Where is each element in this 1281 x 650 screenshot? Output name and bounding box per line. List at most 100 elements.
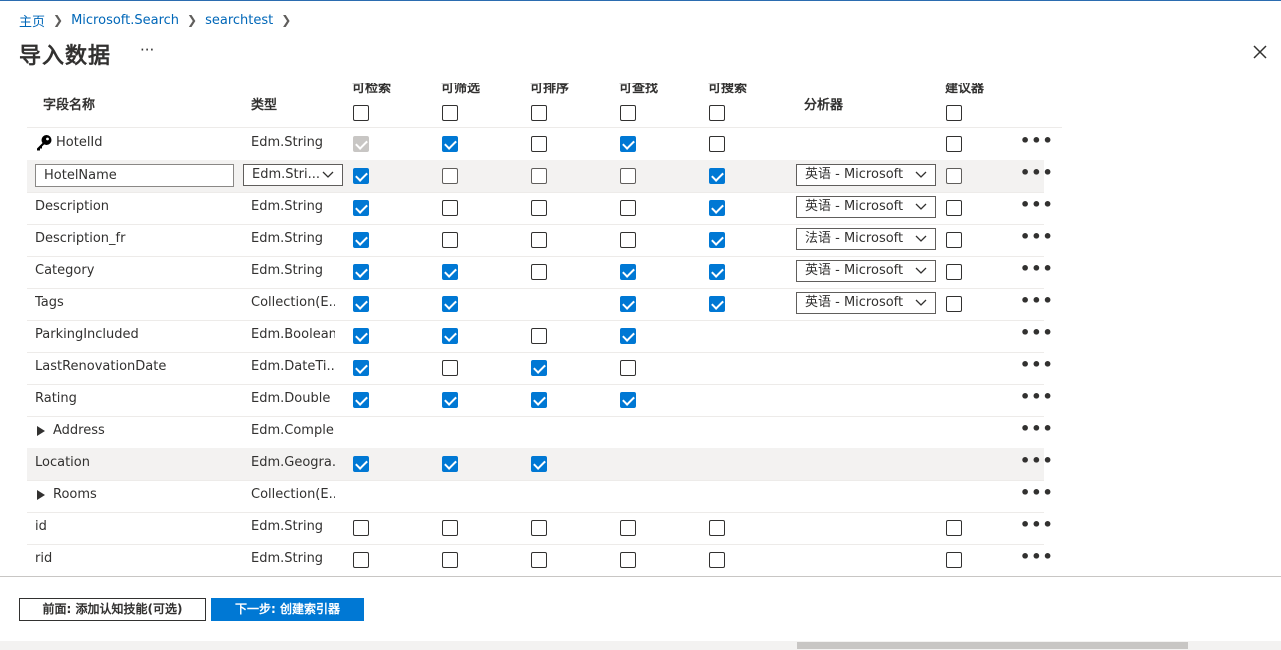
retrievable-checkbox[interactable] <box>353 264 369 280</box>
filterable-checkbox[interactable] <box>442 232 458 248</box>
row-more-button[interactable]: ••• <box>1020 352 1054 384</box>
header-type[interactable]: 类型 <box>251 94 277 113</box>
row-more-button[interactable]: ••• <box>1020 192 1054 224</box>
sortable-checkbox[interactable] <box>531 456 547 472</box>
sortable-checkbox[interactable] <box>531 328 547 344</box>
searchable-checkbox[interactable] <box>709 296 725 312</box>
table-row[interactable]: Rating Edm.Double ••• <box>27 384 1053 417</box>
retrievable-checkbox[interactable] <box>353 392 369 408</box>
suggester-checkbox[interactable] <box>946 264 962 280</box>
facetable-checkbox[interactable] <box>620 392 636 408</box>
suggester-checkbox[interactable] <box>946 232 962 248</box>
facetable-checkbox[interactable] <box>620 168 636 184</box>
suggester-checkbox[interactable] <box>946 136 962 152</box>
row-more-button[interactable]: ••• <box>1020 288 1054 320</box>
facetable-checkbox[interactable] <box>620 264 636 280</box>
expand-caret-icon[interactable] <box>37 426 45 436</box>
retrievable-checkbox[interactable] <box>353 456 369 472</box>
filterable-checkbox[interactable] <box>442 200 458 216</box>
table-row[interactable]: Description_fr Edm.String 法语 - Microsoft ••… <box>27 224 1053 257</box>
filterable-checkbox[interactable] <box>442 392 458 408</box>
header-field-name[interactable]: 字段名称 <box>43 94 95 113</box>
table-row[interactable]: Tags Collection(E... 英语 - Microsoft ••• <box>27 288 1053 321</box>
facetable-checkbox[interactable] <box>620 296 636 312</box>
searchable-checkbox[interactable] <box>709 232 725 248</box>
suggester-checkbox[interactable] <box>946 200 962 216</box>
row-more-button[interactable]: ••• <box>1020 416 1054 448</box>
next-button[interactable]: 下一步: 创建索引器 <box>211 598 364 621</box>
row-more-button[interactable]: ••• <box>1020 320 1054 352</box>
row-more-button[interactable]: ••• <box>1020 480 1054 512</box>
row-more-button[interactable]: ••• <box>1020 256 1054 288</box>
filterable-checkbox[interactable] <box>442 456 458 472</box>
row-more-button[interactable]: ••• <box>1020 160 1054 192</box>
retrievable-checkbox[interactable] <box>353 296 369 312</box>
searchable-checkbox[interactable] <box>709 136 725 152</box>
sortable-checkbox[interactable] <box>531 200 547 216</box>
suggester-checkbox[interactable] <box>946 168 962 184</box>
searchable-checkbox[interactable] <box>709 264 725 280</box>
row-more-button[interactable]: ••• <box>1020 224 1054 256</box>
vertical-scrollbar[interactable] <box>1276 1 1281 576</box>
row-more-button[interactable]: ••• <box>1020 384 1054 416</box>
table-row[interactable]: HotelName Edm.Stri... 英语 - Microsoft ••• <box>27 160 1053 193</box>
row-more-button[interactable]: ••• <box>1020 128 1054 160</box>
table-row[interactable]: Rooms Collection(E... ••• <box>27 480 1053 513</box>
table-row[interactable]: Description Edm.String 英语 - Microsoft ••• <box>27 192 1053 225</box>
filterable-all-checkbox[interactable] <box>442 105 458 121</box>
type-select[interactable]: Edm.Stri... <box>243 164 343 186</box>
searchable-checkbox[interactable] <box>709 520 725 536</box>
facetable-all-checkbox[interactable] <box>620 105 636 121</box>
searchable-checkbox[interactable] <box>709 552 725 568</box>
row-more-button[interactable]: ••• <box>1020 544 1054 576</box>
analyzer-select[interactable]: 英语 - Microsoft <box>796 196 936 218</box>
facetable-checkbox[interactable] <box>620 328 636 344</box>
header-analyzer[interactable]: 分析器 <box>804 94 843 113</box>
sortable-checkbox[interactable] <box>531 232 547 248</box>
retrievable-checkbox[interactable] <box>353 328 369 344</box>
field-name-input[interactable]: HotelName <box>35 164 234 187</box>
filterable-checkbox[interactable] <box>442 296 458 312</box>
suggester-all-checkbox[interactable] <box>946 105 962 121</box>
sortable-checkbox[interactable] <box>531 136 547 152</box>
filterable-checkbox[interactable] <box>442 360 458 376</box>
previous-button[interactable]: 前面: 添加认知技能(可选) <box>19 598 206 621</box>
retrievable-checkbox[interactable] <box>353 200 369 216</box>
filterable-checkbox[interactable] <box>442 136 458 152</box>
facetable-checkbox[interactable] <box>620 360 636 376</box>
table-row[interactable]: ParkingIncluded Edm.Boolean ••• <box>27 320 1053 353</box>
table-row[interactable]: Location Edm.Geogra... ••• <box>27 448 1053 481</box>
searchable-checkbox[interactable] <box>709 168 725 184</box>
more-options-button[interactable]: ··· <box>140 41 154 59</box>
row-more-button[interactable]: ••• <box>1020 448 1054 480</box>
retrievable-checkbox[interactable] <box>353 168 369 184</box>
row-more-button[interactable]: ••• <box>1020 512 1054 544</box>
filterable-checkbox[interactable] <box>442 552 458 568</box>
analyzer-select[interactable]: 法语 - Microsoft <box>796 228 936 250</box>
searchable-all-checkbox[interactable] <box>709 105 725 121</box>
facetable-checkbox[interactable] <box>620 136 636 152</box>
table-row[interactable]: Address Edm.Comple... ••• <box>27 416 1053 449</box>
filterable-checkbox[interactable] <box>442 168 458 184</box>
sortable-checkbox[interactable] <box>531 520 547 536</box>
filterable-checkbox[interactable] <box>442 264 458 280</box>
suggester-checkbox[interactable] <box>946 520 962 536</box>
sortable-checkbox[interactable] <box>531 360 547 376</box>
filterable-checkbox[interactable] <box>442 520 458 536</box>
sortable-checkbox[interactable] <box>531 552 547 568</box>
table-row[interactable]: id Edm.String ••• <box>27 512 1053 545</box>
retrievable-checkbox[interactable] <box>353 232 369 248</box>
facetable-checkbox[interactable] <box>620 520 636 536</box>
facetable-checkbox[interactable] <box>620 232 636 248</box>
close-icon[interactable] <box>1250 42 1270 62</box>
table-row[interactable]: rid Edm.String ••• <box>27 544 1053 576</box>
breadcrumb-service[interactable]: Microsoft.Search <box>71 13 179 28</box>
breadcrumb-home[interactable]: 主页 <box>19 11 45 30</box>
sortable-checkbox[interactable] <box>531 264 547 280</box>
suggester-checkbox[interactable] <box>946 552 962 568</box>
sortable-checkbox[interactable] <box>531 392 547 408</box>
searchable-checkbox[interactable] <box>709 200 725 216</box>
facetable-checkbox[interactable] <box>620 200 636 216</box>
retrievable-all-checkbox[interactable] <box>353 105 369 121</box>
analyzer-select[interactable]: 英语 - Microsoft <box>796 292 936 314</box>
